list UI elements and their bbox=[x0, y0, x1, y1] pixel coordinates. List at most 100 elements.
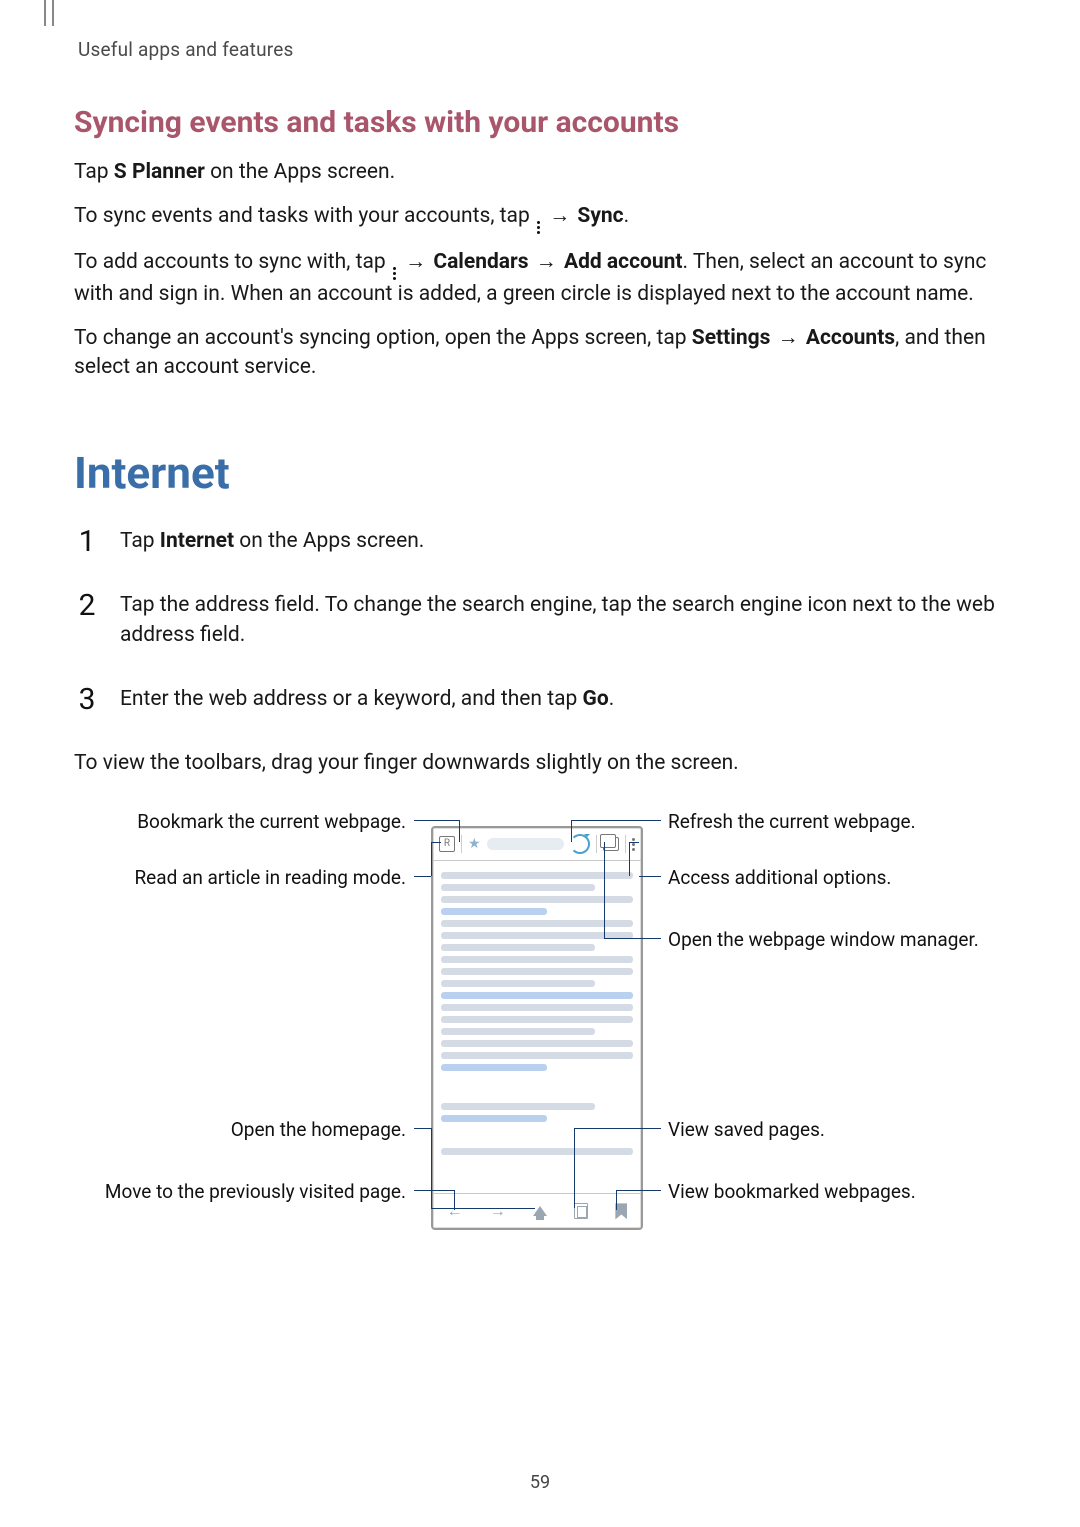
heading-sync: Syncing events and tasks with your accou… bbox=[74, 105, 1006, 140]
lead-line bbox=[431, 1208, 535, 1209]
blurred-link-line bbox=[441, 1115, 547, 1122]
reader-mode-icon: R bbox=[439, 836, 455, 852]
step-1: 1 Tap Internet on the Apps screen. bbox=[74, 527, 1006, 571]
t: Tap bbox=[74, 160, 114, 184]
step-body: Tap the address field. To change the sea… bbox=[120, 591, 1006, 651]
para-sync-2: To sync events and tasks with your accou… bbox=[74, 202, 1006, 234]
lead-line bbox=[629, 842, 639, 843]
blurred-text-line bbox=[441, 884, 595, 891]
saved-pages-icon bbox=[574, 1203, 588, 1219]
para-sync-3: To add accounts to sync with, tap → Cale… bbox=[74, 248, 1006, 310]
heading-internet: Internet bbox=[74, 447, 1006, 499]
label-go: Go bbox=[583, 687, 609, 711]
more-icon bbox=[391, 267, 398, 280]
blurred-text-line bbox=[441, 980, 595, 987]
arrow-icon: → bbox=[776, 326, 801, 350]
blurred-text-line bbox=[441, 1148, 633, 1155]
phone-bottom-toolbar: ← → bbox=[433, 1193, 641, 1228]
callout-bookmarks: View bookmarked webpages. bbox=[668, 1180, 988, 1205]
label-settings: Settings bbox=[692, 326, 771, 350]
blurred-text-line bbox=[441, 1103, 595, 1110]
more-icon bbox=[535, 221, 542, 234]
divider bbox=[596, 835, 597, 853]
label-internet: Internet bbox=[160, 529, 234, 553]
label-add-account: Add account bbox=[564, 250, 683, 274]
t: on the Apps screen. bbox=[234, 529, 424, 553]
lead-line bbox=[571, 820, 661, 821]
blurred-text-line bbox=[441, 1016, 633, 1023]
para-sync-4: To change an account's syncing option, o… bbox=[74, 324, 1006, 384]
blurred-link-line bbox=[441, 1064, 547, 1071]
document-page: { "header": { "crumb": "Useful apps and … bbox=[0, 0, 1080, 1527]
blurred-link-line bbox=[441, 908, 547, 915]
label-calendars: Calendars bbox=[433, 250, 528, 274]
bookmark-star-icon: ★ bbox=[468, 836, 481, 852]
arrow-icon: → bbox=[547, 204, 572, 228]
blurred-text-line bbox=[441, 956, 633, 963]
breadcrumb: Useful apps and features bbox=[78, 38, 1006, 61]
lead-line bbox=[454, 1190, 455, 1210]
t: To change an account's syncing option, o… bbox=[74, 326, 692, 350]
lead-line bbox=[639, 1190, 661, 1191]
lead-line bbox=[571, 820, 572, 842]
blurred-text-line bbox=[441, 1004, 633, 1011]
t: Enter the web address or a keyword, and … bbox=[120, 687, 583, 711]
lead-line bbox=[616, 1190, 639, 1191]
lead-line bbox=[431, 842, 441, 843]
lead-line bbox=[639, 876, 661, 877]
lead-line bbox=[604, 842, 605, 938]
arrow-icon: → bbox=[403, 250, 428, 274]
t: Tap bbox=[120, 529, 160, 553]
lead-line bbox=[574, 1128, 575, 1208]
forward-icon: → bbox=[490, 1201, 506, 1221]
callout-bookmark: Bookmark the current webpage. bbox=[96, 810, 406, 835]
lead-line bbox=[414, 1190, 454, 1191]
lead-line bbox=[459, 820, 460, 842]
phone-top-toolbar: R ★ bbox=[433, 828, 641, 861]
t: To sync events and tasks with your accou… bbox=[74, 204, 535, 228]
blurred-text-line bbox=[441, 1028, 595, 1035]
callout-saved: View saved pages. bbox=[668, 1118, 988, 1143]
step-3: 3 Enter the web address or a keyword, an… bbox=[74, 685, 1006, 729]
t: on the Apps screen. bbox=[205, 160, 395, 184]
blurred-text-line bbox=[441, 968, 633, 975]
blurred-text-line bbox=[441, 1040, 633, 1047]
address-field bbox=[487, 838, 564, 850]
t: . bbox=[624, 204, 630, 228]
callout-options: Access additional options. bbox=[668, 866, 988, 891]
para-toolbars-note: To view the toolbars, drag your finger d… bbox=[74, 749, 1006, 779]
callout-refresh: Refresh the current webpage. bbox=[668, 810, 988, 835]
label-splanner: S Planner bbox=[114, 160, 205, 184]
arrow-icon: → bbox=[534, 250, 559, 274]
lead-line bbox=[431, 1128, 432, 1208]
lead-line bbox=[414, 820, 459, 821]
phone-article-body bbox=[433, 861, 641, 1166]
lead-line bbox=[414, 876, 431, 877]
label-accounts: Accounts bbox=[806, 326, 895, 350]
divider bbox=[625, 835, 626, 853]
label-sync: Sync bbox=[577, 204, 623, 228]
bookmarks-icon bbox=[615, 1203, 627, 1219]
lead-line bbox=[574, 1128, 639, 1129]
callout-windows: Open the webpage window manager. bbox=[668, 928, 988, 953]
divider bbox=[461, 835, 462, 853]
lead-line bbox=[639, 1128, 661, 1129]
callout-reader: Read an article in reading mode. bbox=[96, 866, 406, 891]
step-number: 3 bbox=[74, 685, 100, 729]
step-number: 1 bbox=[74, 527, 100, 571]
lead-line bbox=[629, 842, 630, 876]
t: . bbox=[609, 687, 615, 711]
step-body: Enter the web address or a keyword, and … bbox=[120, 685, 1006, 715]
home-icon bbox=[533, 1206, 547, 1216]
callout-prevpage: Move to the previously visited page. bbox=[96, 1180, 406, 1205]
blurred-link-line bbox=[441, 992, 633, 999]
window-manager-icon bbox=[603, 837, 619, 851]
blurred-text-line bbox=[441, 944, 595, 951]
lead-line bbox=[414, 1128, 431, 1129]
step-body: Tap Internet on the Apps screen. bbox=[120, 527, 1006, 557]
step-2: 2 Tap the address field. To change the s… bbox=[74, 591, 1006, 665]
browser-diagram: R ★ bbox=[74, 810, 1006, 1290]
lead-line bbox=[604, 938, 639, 939]
blurred-text-line bbox=[441, 1052, 633, 1059]
callout-homepage: Open the homepage. bbox=[96, 1118, 406, 1143]
